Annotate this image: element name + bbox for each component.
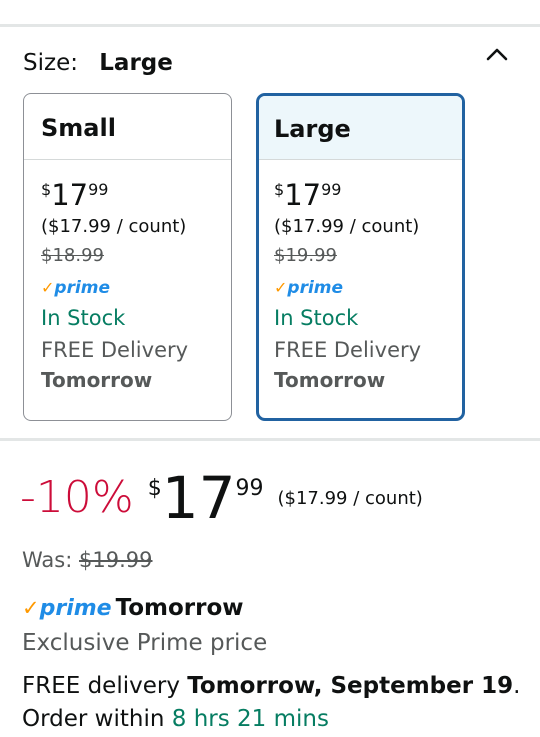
option-stock: In Stock bbox=[274, 306, 359, 330]
option-delivery-day: Tomorrow bbox=[274, 368, 386, 392]
main-unit-price: ($17.99 / count) bbox=[277, 488, 423, 509]
option-stock: In Stock bbox=[41, 306, 126, 330]
prime-delivery-day: Tomorrow bbox=[115, 595, 244, 621]
option-delivery-day: Tomorrow bbox=[41, 368, 153, 392]
exclusive-prime-note: Exclusive Prime price bbox=[22, 630, 268, 656]
price-whole: 17 bbox=[161, 464, 236, 532]
chevron-up-icon[interactable] bbox=[484, 44, 510, 64]
prime-logo: prime bbox=[39, 596, 112, 621]
top-divider bbox=[0, 24, 540, 27]
option-price: $1799 bbox=[41, 178, 109, 212]
option-list-price: $19.99 bbox=[274, 245, 337, 266]
delivery-date: Tomorrow, September 19 bbox=[187, 673, 514, 699]
prime-badge: ✓prime bbox=[274, 278, 344, 298]
discount-percent: -10% bbox=[20, 472, 134, 523]
was-price: Was: $19.99 bbox=[22, 548, 153, 572]
option-delivery: FREE Delivery bbox=[41, 338, 189, 362]
option-list-price: $18.99 bbox=[41, 245, 104, 266]
prime-check-icon: ✓ bbox=[22, 596, 40, 620]
prime-check-icon: ✓ bbox=[41, 278, 55, 297]
size-selector-header[interactable]: Size: Large bbox=[23, 50, 173, 76]
option-unit-price: ($17.99 / count) bbox=[41, 216, 187, 237]
selected-size: Large bbox=[99, 50, 173, 76]
order-countdown: 8 hrs 21 mins bbox=[171, 706, 329, 732]
size-label: Size: bbox=[23, 50, 78, 76]
section-divider bbox=[0, 438, 540, 441]
size-option-large[interactable]: Large $1799 ($17.99 / count) $19.99 ✓pri… bbox=[256, 93, 465, 421]
free-delivery-message: FREE delivery Tomorrow, September 19. Or… bbox=[22, 673, 521, 732]
main-price: -10% $1799 ($17.99 / count) bbox=[20, 464, 423, 532]
option-unit-price: ($17.99 / count) bbox=[274, 216, 420, 237]
option-name: Small bbox=[24, 94, 231, 160]
prime-delivery-line: ✓prime Tomorrow bbox=[22, 595, 244, 621]
price-symbol: $ bbox=[147, 476, 162, 501]
price-fraction: 99 bbox=[235, 476, 264, 501]
option-delivery: FREE Delivery bbox=[274, 338, 422, 362]
prime-check-icon: ✓ bbox=[274, 278, 288, 297]
option-name: Large bbox=[259, 96, 462, 160]
option-price: $1799 bbox=[274, 178, 342, 212]
prime-badge: ✓prime bbox=[41, 278, 111, 298]
size-option-small[interactable]: Small $1799 ($17.99 / count) $18.99 ✓pri… bbox=[23, 93, 232, 421]
